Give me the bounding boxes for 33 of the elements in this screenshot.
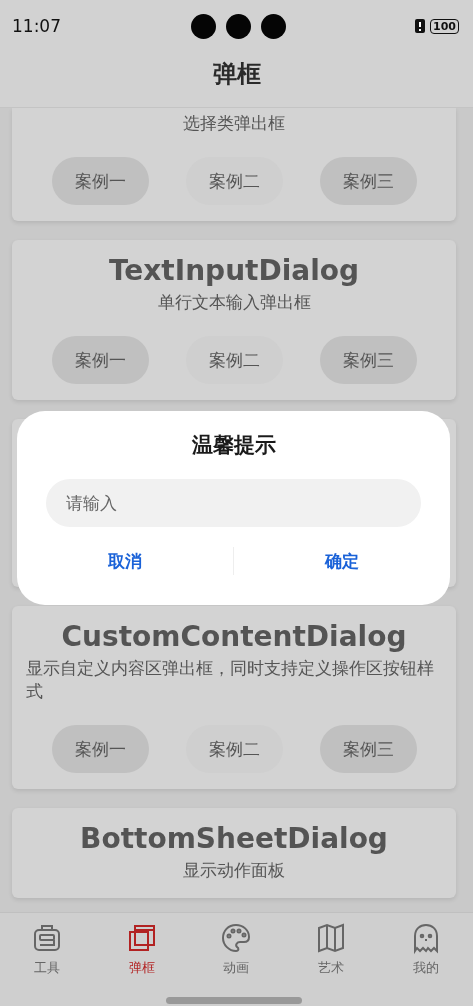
example-button[interactable]: 案例二 — [185, 725, 283, 773]
camera-icon — [260, 13, 286, 39]
battery-level: 100 — [430, 18, 459, 34]
card-title: CustomContentDialog — [61, 620, 407, 653]
camera-icon — [225, 13, 251, 39]
card-title: TextInputDialog — [108, 254, 360, 287]
tab-item[interactable]: 艺术 — [296, 921, 367, 1006]
example-button[interactable]: 案例二 — [185, 157, 283, 205]
dialog-title: 温馨提示 — [191, 432, 276, 459]
tab-item[interactable]: 我的 — [390, 921, 461, 1006]
example-button[interactable]: 案例一 — [51, 725, 149, 773]
card-title: BottomSheetDialog — [80, 822, 388, 855]
card-subtitle: 单行文本输入弹出框 — [157, 291, 311, 314]
input-field[interactable]: 请输入 — [46, 479, 421, 527]
tab-item[interactable]: 弹框 — [106, 921, 177, 1006]
page-title: 弹框 — [211, 59, 262, 90]
card-subtitle: 显示自定义内容区弹出框，同时支持定义操作区按钮样式 — [26, 657, 435, 703]
tab-item[interactable]: 工具 — [12, 921, 83, 1006]
status-time: 11:07 — [12, 16, 61, 36]
example-button[interactable]: 案例三 — [319, 336, 417, 384]
camera-icon — [190, 13, 216, 39]
tab-item[interactable]: 动画 — [201, 921, 272, 1006]
example-button[interactable]: 案例三 — [319, 157, 417, 205]
dialog-action-button[interactable]: 确定 — [234, 543, 450, 579]
card-subtitle: 选择类弹出框 — [183, 112, 285, 135]
example-button[interactable]: 案例一 — [51, 157, 149, 205]
example-button[interactable]: 案例三 — [319, 725, 417, 773]
sim-alert-icon — [415, 19, 426, 33]
example-button[interactable]: 案例一 — [51, 336, 149, 384]
card-subtitle: 显示动作面板 — [183, 859, 285, 882]
home-indicator[interactable] — [166, 997, 302, 1004]
dialog-action-button[interactable]: 取消 — [17, 543, 233, 579]
example-button[interactable]: 案例二 — [185, 336, 283, 384]
